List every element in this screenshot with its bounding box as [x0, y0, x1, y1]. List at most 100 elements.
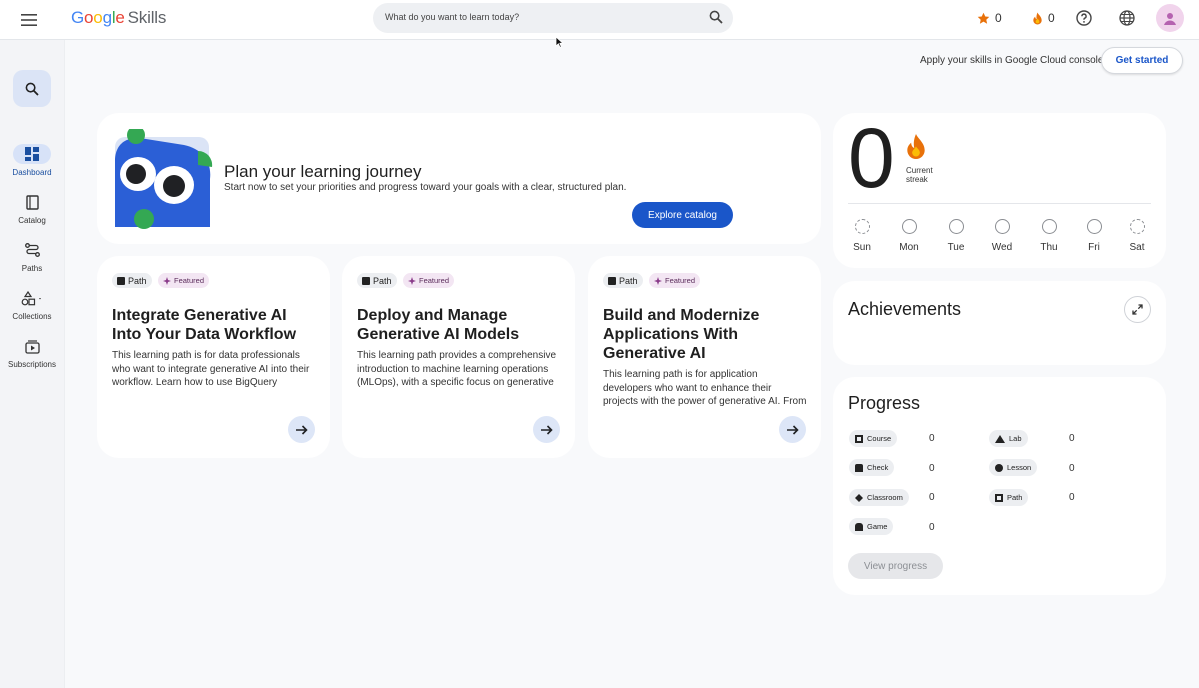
sidebar-item-catalog[interactable]: Catalog — [0, 192, 64, 225]
path-chip: Path — [112, 273, 152, 288]
sidebar-item-collections[interactable]: Collections — [0, 288, 64, 321]
day-wed: Wed — [982, 219, 1022, 253]
path-icon — [995, 493, 1003, 502]
sparkle-icon — [654, 276, 662, 285]
day-indicator — [854, 219, 870, 234]
progress-value: 0 — [1069, 492, 1075, 503]
day-indicator — [1086, 219, 1102, 234]
arrow-right-icon — [540, 424, 553, 435]
expand-icon — [1132, 304, 1143, 315]
day-sun: Sun — [842, 219, 882, 253]
path-icon — [117, 276, 125, 285]
featured-badge: Featured — [158, 273, 210, 288]
featured-badge: Featured — [403, 273, 455, 288]
path-card-description: This learning path is for data professio… — [112, 350, 310, 388]
streak-counter[interactable]: 0 — [1032, 11, 1055, 25]
star-icon — [977, 12, 990, 24]
day-indicator — [901, 219, 917, 234]
flame-icon — [905, 133, 927, 165]
hero-subtitle: Start now to set your priorities and pro… — [224, 182, 627, 193]
get-started-button[interactable]: Get started — [1101, 47, 1183, 74]
path-icon — [608, 276, 616, 285]
flame-icon — [1033, 11, 1042, 25]
progress-value: 0 — [929, 492, 935, 503]
path-card-title[interactable]: Deploy and Manage Generative AI Models — [357, 306, 562, 344]
path-card-description: This learning path is for application de… — [603, 369, 807, 407]
open-path-button[interactable] — [533, 416, 560, 443]
path-icon — [362, 276, 370, 285]
sidebar-item-subscriptions[interactable]: Subscriptions — [0, 336, 64, 369]
progress-value: 0 — [929, 522, 935, 533]
user-avatar[interactable] — [1156, 4, 1184, 32]
path-chip: Path — [357, 273, 397, 288]
achievements-title: Achievements — [848, 299, 962, 319]
day-tue: Tue — [936, 219, 976, 253]
progress-chip-path: Path — [989, 489, 1029, 506]
day-indicator — [948, 219, 964, 234]
day-fri: Fri — [1074, 219, 1114, 253]
arrow-right-icon — [786, 424, 799, 435]
day-indicator — [994, 219, 1010, 234]
hamburger-menu-icon[interactable] — [17, 8, 41, 32]
explore-catalog-button[interactable]: Explore catalog — [632, 202, 733, 228]
progress-chip-check: Check — [849, 459, 895, 476]
expand-achievements-button[interactable] — [1124, 296, 1151, 323]
sidebar-item-dashboard[interactable]: Dashboard — [0, 144, 64, 177]
day-indicator — [1129, 219, 1145, 234]
hero-title: Plan your learning journey — [224, 162, 422, 181]
lesson-icon — [995, 463, 1003, 472]
progress-chip-course: Course — [849, 430, 898, 447]
progress-chip-game: Game — [849, 518, 894, 535]
search-input[interactable]: What do you want to learn today? — [373, 3, 733, 33]
progress-chip-classroom: Classroom — [849, 489, 909, 506]
navigation-rail: Dashboard Catalog Paths Collections Subs… — [0, 40, 65, 688]
google-skills-logo[interactable]: Google Skills — [71, 8, 166, 28]
chevron-down-icon — [39, 297, 41, 299]
sparkle-icon — [163, 276, 171, 285]
search-icon[interactable] — [709, 10, 723, 29]
progress-chip-lab: Lab — [989, 430, 1028, 447]
open-path-button[interactable] — [779, 416, 806, 443]
mouse-cursor-icon — [555, 35, 565, 53]
course-icon — [855, 434, 863, 443]
streak-value: 0 — [848, 111, 895, 205]
streak-divider — [848, 203, 1151, 204]
language-globe-icon[interactable] — [1118, 9, 1136, 27]
path-chip: Path — [603, 273, 643, 288]
stars-counter[interactable]: 0 — [977, 11, 1002, 25]
progress-value: 0 — [1069, 433, 1075, 444]
owl-mascot-illustration — [112, 126, 214, 234]
search-icon — [25, 82, 39, 96]
rail-search-button[interactable] — [13, 70, 51, 107]
current-streak-label: Current streak — [906, 166, 933, 184]
shapes-icon — [0, 288, 64, 308]
avatar-face-icon — [1164, 13, 1176, 25]
day-thu: Thu — [1029, 219, 1069, 253]
open-path-button[interactable] — [288, 416, 315, 443]
view-progress-button[interactable]: View progress — [848, 553, 943, 579]
day-mon: Mon — [889, 219, 929, 253]
check-icon — [855, 463, 863, 472]
achievements-card — [833, 281, 1166, 365]
help-icon[interactable] — [1075, 9, 1093, 27]
progress-value: 0 — [929, 463, 935, 474]
book-icon — [0, 192, 64, 212]
dashboard-icon — [13, 144, 51, 164]
day-indicator — [1041, 219, 1057, 234]
sparkle-icon — [408, 276, 416, 285]
classroom-icon — [855, 493, 863, 502]
progress-value: 0 — [1069, 463, 1075, 474]
progress-title: Progress — [848, 393, 921, 413]
paths-icon — [0, 240, 64, 260]
path-card-description: This learning path provides a comprehens… — [357, 350, 556, 388]
featured-badge: Featured — [649, 273, 701, 288]
search-placeholder: What do you want to learn today? — [385, 12, 520, 22]
subscriptions-icon — [0, 336, 64, 356]
lab-icon — [995, 434, 1005, 443]
arrow-right-icon — [295, 424, 308, 435]
path-card-title[interactable]: Integrate Generative AI Into Your Data W… — [112, 306, 317, 344]
path-card-title[interactable]: Build and Modernize Applications With Ge… — [603, 306, 808, 363]
apply-skills-text: Apply your skills in Google Cloud consol… — [920, 55, 1104, 66]
sidebar-item-paths[interactable]: Paths — [0, 240, 64, 273]
day-sat: Sat — [1117, 219, 1157, 253]
